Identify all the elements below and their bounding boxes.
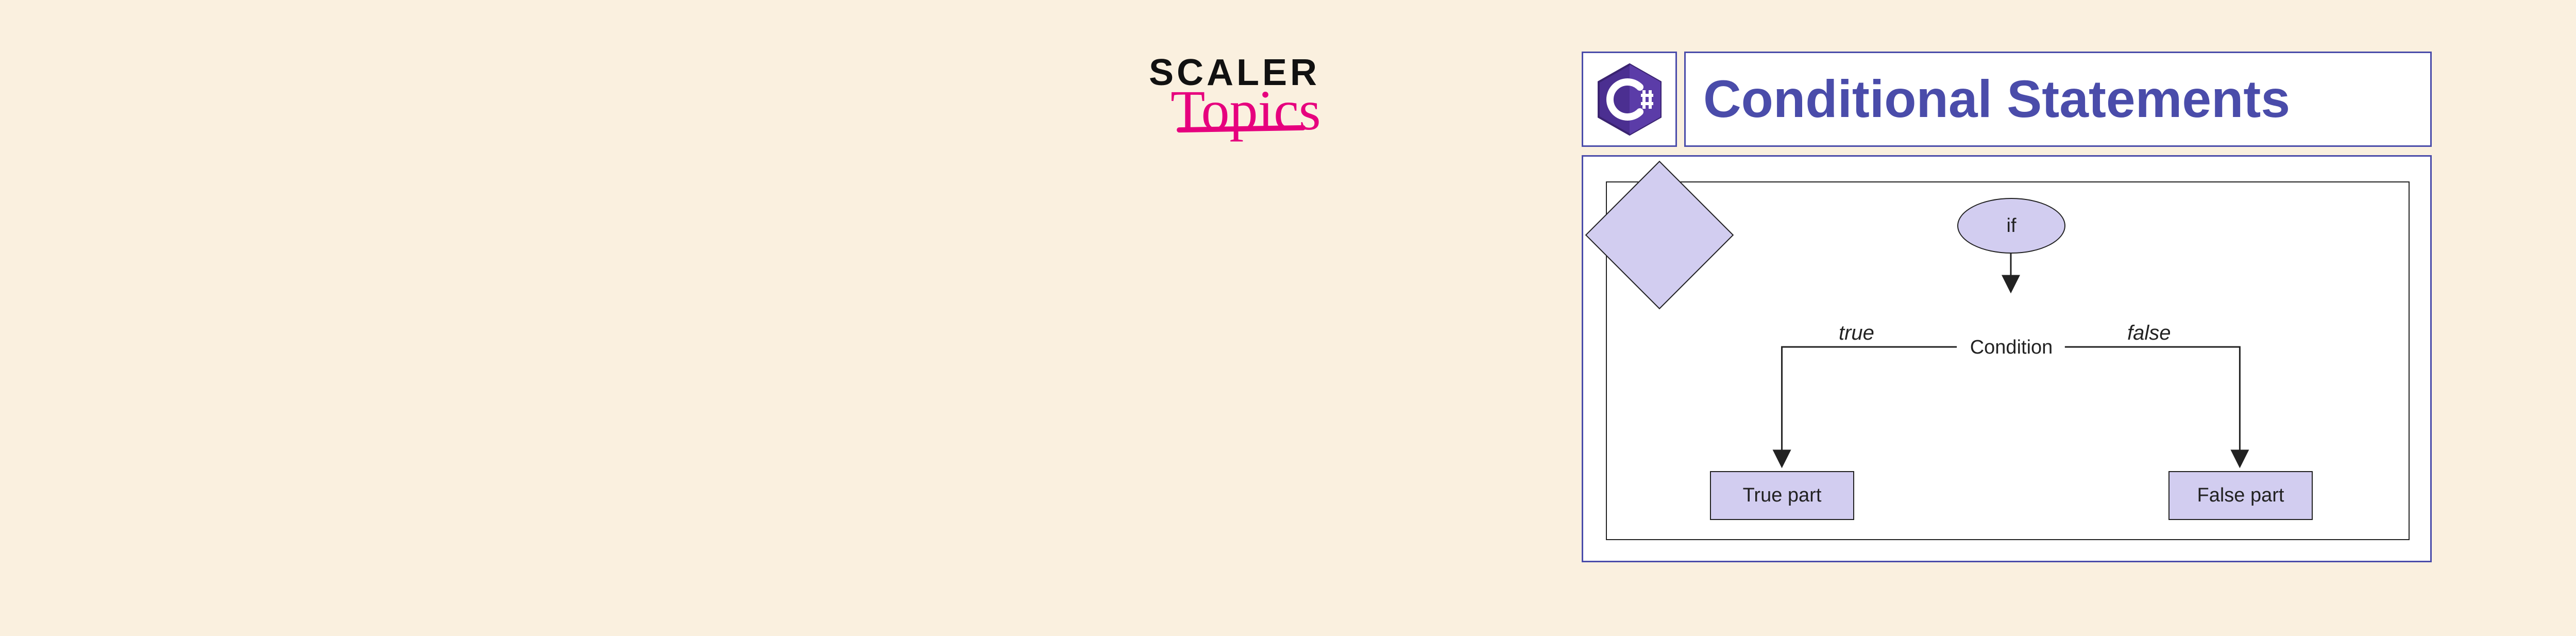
diagram-cell: if Condition true false True part False … — [1582, 155, 2432, 562]
true-part-box: True part — [1710, 471, 1854, 520]
condition-label: Condition — [1939, 332, 2083, 363]
edge-label-true: true — [1839, 322, 1874, 345]
false-part-box: False part — [2168, 471, 2313, 520]
logo-line2: Topics — [1171, 82, 1417, 139]
csharp-icon-cell — [1582, 52, 1677, 147]
stage: SCALER Topics — [0, 0, 2576, 636]
flowchart: if Condition true false True part False … — [1606, 181, 2410, 540]
csharp-icon — [1597, 62, 1663, 137]
if-label: if — [2007, 215, 2016, 237]
diagram-card: Conditional Statements if Condition true… — [1582, 52, 2432, 562]
card-header: Conditional Statements — [1582, 52, 2432, 147]
logo-line2-text: Topics — [1171, 79, 1321, 142]
condition-diamond-node — [1585, 161, 1734, 309]
scaler-topics-logo: SCALER Topics — [1149, 54, 1417, 139]
false-part-label: False part — [2197, 484, 2284, 507]
card-title: Conditional Statements — [1684, 52, 2432, 147]
if-ellipse-node: if — [1957, 198, 2065, 254]
edge-label-false: false — [2127, 322, 2171, 345]
true-part-label: True part — [1743, 484, 1822, 507]
